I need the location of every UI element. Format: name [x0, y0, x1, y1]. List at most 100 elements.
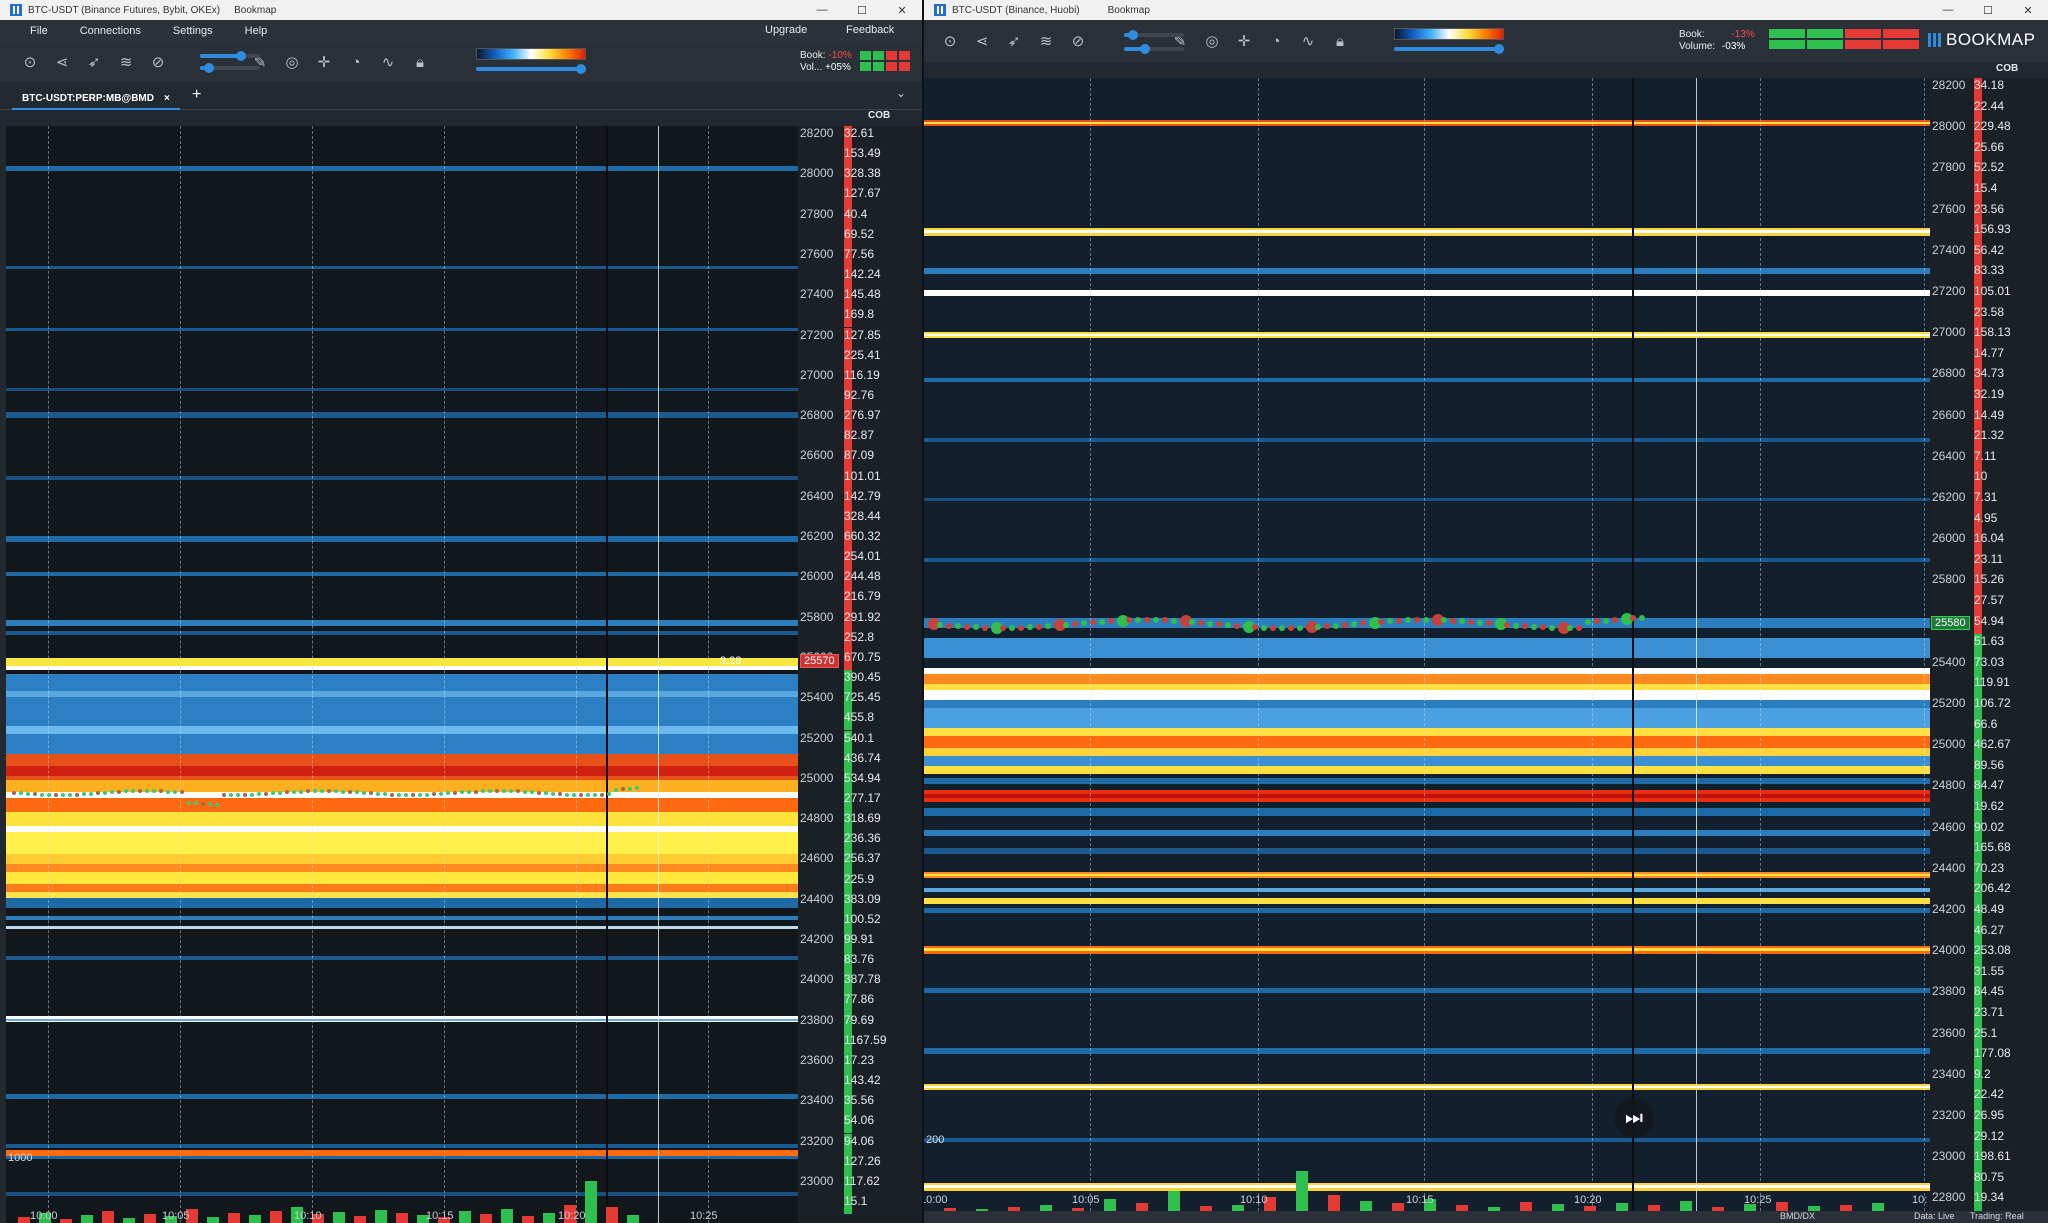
menu-help[interactable]: Help [245, 25, 268, 37]
liquidity-band [6, 916, 798, 920]
trade-dot [285, 790, 289, 794]
upgrade-link[interactable]: Upgrade [765, 24, 807, 36]
screenshot-icon[interactable]: ⊙ [934, 26, 966, 56]
layers-icon[interactable]: ≋ [110, 47, 142, 77]
cob-value: 106.72 [1974, 696, 2011, 710]
status-trading: Trading: Real [1970, 1211, 2024, 1221]
price-label: 25400 [800, 690, 834, 705]
cob-value: 69.52 [844, 226, 875, 241]
cob-value: 46.27 [1974, 922, 2005, 937]
brightness-slider[interactable] [1124, 30, 1184, 40]
feedback-link[interactable]: Feedback [846, 24, 894, 36]
link-icon[interactable]: ⊘ [142, 47, 174, 77]
brand-name: BOOKMAP [1946, 30, 2036, 49]
timer-icon[interactable]: ◔ [1260, 26, 1292, 56]
liquidity-band [6, 956, 798, 960]
contrast-slider[interactable] [1124, 44, 1184, 54]
volume-bar [207, 1217, 219, 1223]
rocket-icon[interactable]: ➶ [78, 47, 110, 77]
share-icon[interactable]: ⋖ [966, 26, 998, 56]
layers-icon[interactable]: ≋ [1030, 26, 1062, 56]
brightness-slider[interactable] [200, 51, 260, 61]
price-label: 25800 [1932, 572, 1966, 587]
cob-value: 252.8 [844, 629, 875, 644]
time-label: 10:15 [426, 1210, 454, 1222]
lock-icon[interactable]: 🔒︎ [404, 47, 436, 77]
trade-dot [26, 792, 30, 796]
price-label: 24400 [1932, 860, 1966, 875]
timer-icon[interactable]: ◔ [340, 47, 372, 77]
left-price-axis[interactable]: 28200 28000 27800 27600 27400 27200 27000 26800… [798, 126, 922, 1223]
indicator-icon[interactable]: ∿ [372, 47, 404, 77]
trade-dot [12, 791, 16, 795]
right-cob-header: COB [1996, 63, 2019, 74]
cob-value: 253.08 [1974, 943, 2011, 958]
trade-dot [390, 793, 394, 797]
chat-icon[interactable]: ◎ [276, 47, 308, 77]
liquidity-band [924, 674, 1930, 684]
pencil-icon[interactable]: ✎ [244, 47, 276, 77]
trade-bubble [1297, 625, 1303, 631]
liquidity-band [924, 756, 1930, 766]
maximize-icon[interactable]: ☐ [842, 0, 882, 20]
heatmap-color-gradient[interactable] [476, 48, 586, 60]
crosshair-icon[interactable]: ✛ [1228, 26, 1260, 56]
link-icon[interactable]: ⊘ [1062, 26, 1094, 56]
minimize-icon[interactable]: — [1928, 0, 1968, 20]
add-tab-button[interactable]: + [192, 86, 201, 104]
cob-value: 387.78 [844, 972, 881, 987]
left-heatmap-chart[interactable] [6, 126, 798, 1223]
cob-value: 56.42 [1974, 242, 2005, 257]
left-current-price: 25570 [800, 654, 839, 668]
trade-bubble [955, 623, 961, 629]
indicator-icon[interactable]: ∿ [1292, 26, 1324, 56]
maximize-icon[interactable]: ☐ [1968, 0, 2008, 20]
cob-value: 80.75 [1974, 1169, 2005, 1184]
volume-bar [144, 1214, 156, 1223]
gradient-range-slider[interactable] [1394, 44, 1504, 54]
cob-value: 27.57 [1974, 593, 2005, 607]
left-window-title: BTC-USDT (Binance Futures, Bybit, OKEx) [28, 4, 221, 16]
menu-connections[interactable]: Connections [80, 25, 141, 37]
right-app-name: Bookmap [1107, 4, 1150, 16]
share-icon[interactable]: ⋖ [46, 47, 78, 77]
menu-file[interactable]: File [30, 25, 48, 37]
trade-bubble [1441, 617, 1447, 623]
trade-dot [19, 791, 23, 795]
tab-close-icon[interactable]: × [164, 93, 170, 104]
liquidity-band [6, 1156, 798, 1159]
minimize-icon[interactable]: — [802, 0, 842, 20]
heatmap-color-gradient[interactable] [1394, 28, 1504, 40]
trade-dot [607, 792, 611, 796]
crosshair-icon[interactable]: ✛ [308, 47, 340, 77]
lock-icon[interactable]: 🔒︎ [1324, 26, 1356, 56]
gradient-range-slider[interactable] [476, 64, 586, 74]
chat-icon[interactable]: ◎ [1196, 26, 1228, 56]
menu-settings[interactable]: Settings [173, 25, 213, 37]
right-price-axis[interactable]: 28200 28000 27800 27600 27400 27200 27000 26800… [1930, 78, 2048, 1211]
trade-bubble [1459, 618, 1465, 624]
contrast-slider[interactable] [200, 63, 260, 73]
cob-value: 328.38 [844, 166, 881, 181]
close-icon[interactable]: ✕ [882, 0, 922, 20]
status-bar: BMD/DX Data: Live Trading: Real [924, 1211, 2048, 1223]
book-label: Book: [800, 50, 826, 61]
cob-value: 83.33 [1974, 263, 2005, 278]
liquidity-band [924, 908, 1930, 913]
cob-value: 225.41 [844, 347, 881, 362]
trade-dot [481, 789, 485, 793]
cob-value: 142.24 [844, 267, 881, 282]
instrument-tab[interactable]: BTC-USDT:PERP:MB@BMD × [12, 88, 180, 110]
pencil-icon[interactable]: ✎ [1164, 26, 1196, 56]
rocket-icon[interactable]: ➶ [998, 26, 1030, 56]
trade-dot [117, 790, 121, 794]
price-label: 25200 [800, 730, 834, 745]
close-icon[interactable]: ✕ [2008, 0, 2048, 20]
time-gridline [1090, 78, 1091, 1211]
time-label: 10: [1912, 1194, 1928, 1206]
jump-to-live-icon[interactable]: ⏭︎ [1614, 1098, 1654, 1138]
volume-bar [396, 1213, 408, 1223]
chevron-down-icon[interactable]: ⌄ [896, 86, 906, 100]
right-heatmap-chart[interactable] [924, 78, 1930, 1211]
screenshot-icon[interactable]: ⊙ [14, 47, 46, 77]
